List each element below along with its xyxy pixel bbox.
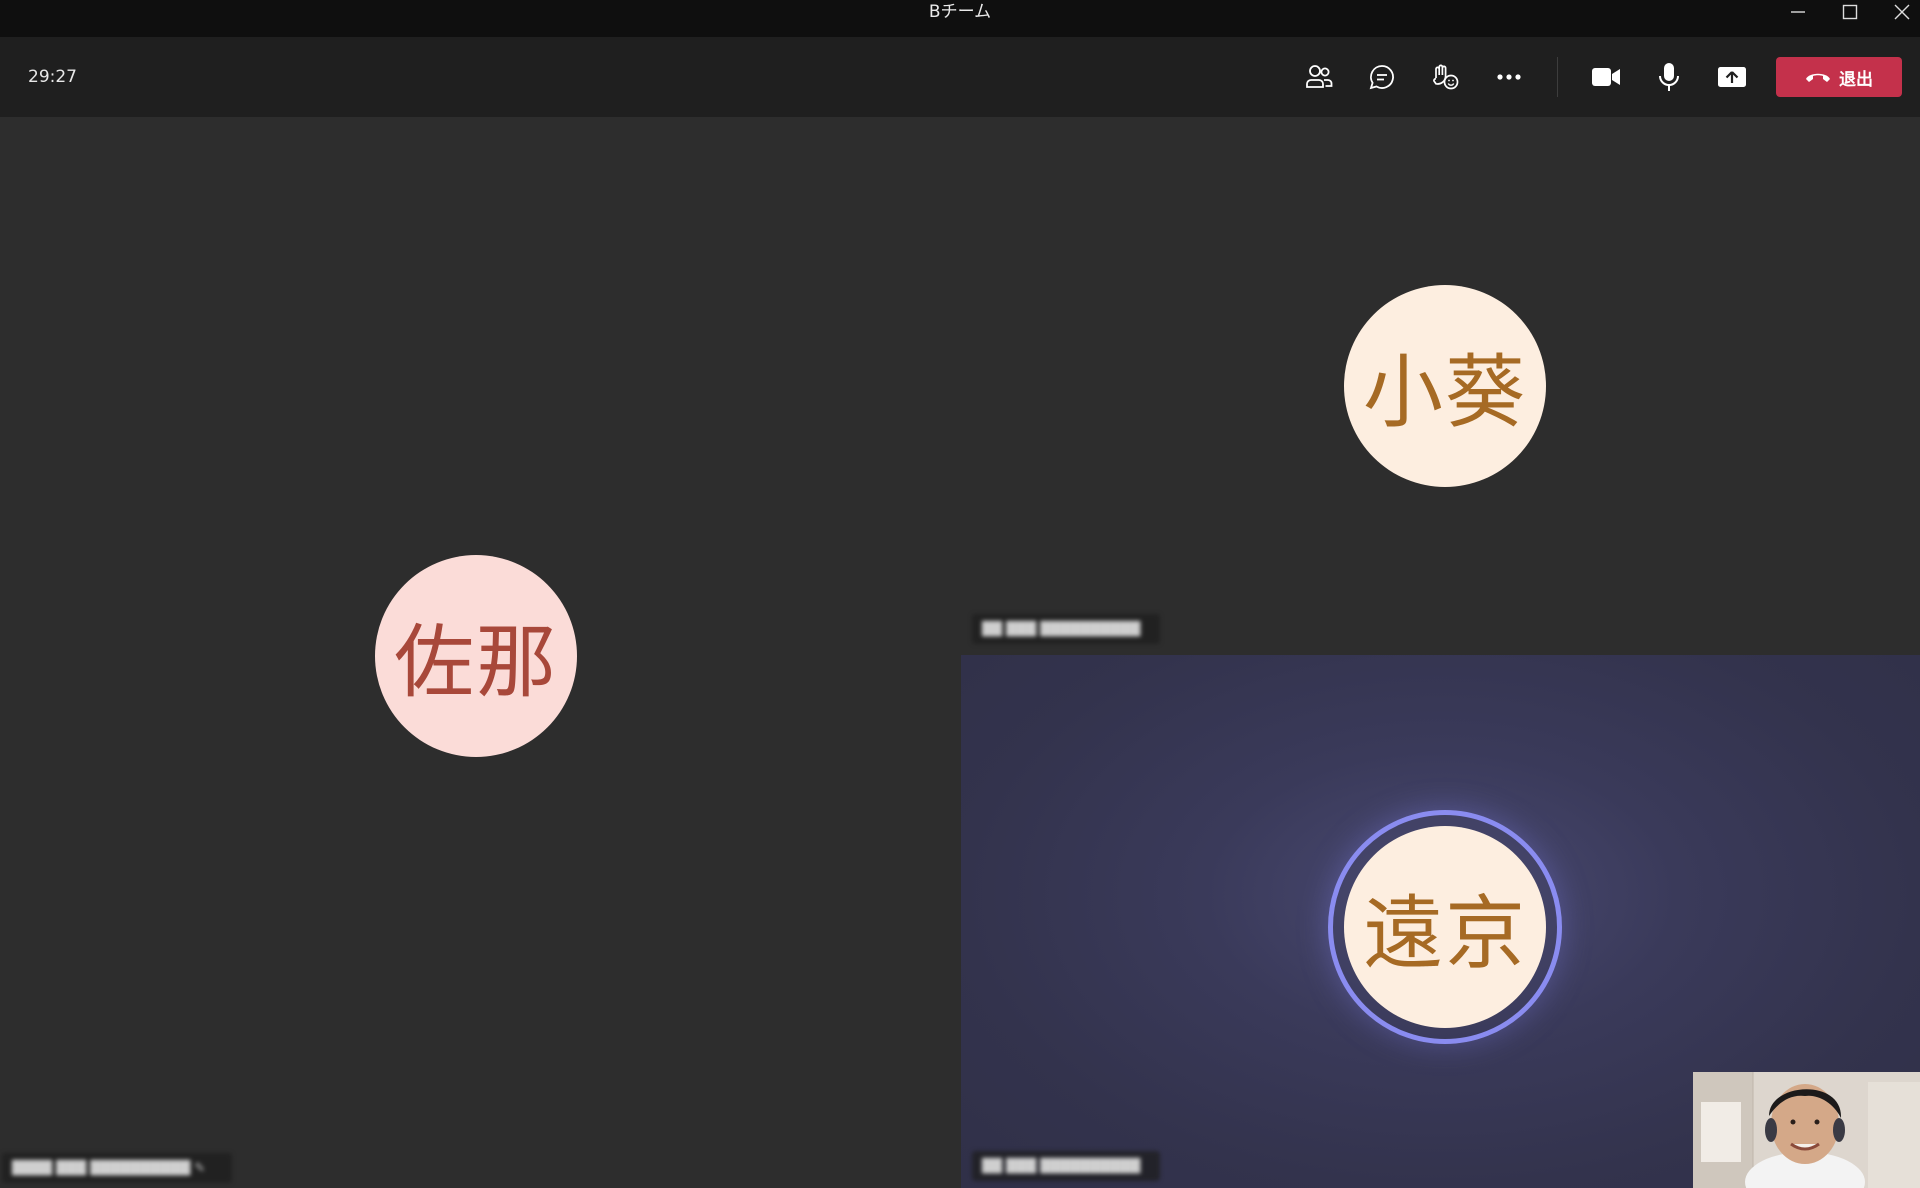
toolbar-divider xyxy=(1557,57,1558,97)
maximize-icon xyxy=(1842,4,1858,20)
close-icon xyxy=(1894,4,1910,20)
people-icon xyxy=(1306,65,1333,88)
chat-icon xyxy=(1369,65,1394,90)
hang-up-icon xyxy=(1806,73,1830,82)
minimize-button[interactable] xyxy=(1772,0,1824,24)
self-video-preview[interactable] xyxy=(1693,1072,1920,1188)
blurred-name: ██ ███ ██████████ xyxy=(982,621,1141,637)
meeting-toolbar: 29:27 退出 xyxy=(0,37,1920,117)
blurred-name: ██ ███ ██████████ xyxy=(982,1158,1141,1174)
meeting-timer: 29:27 xyxy=(28,67,77,87)
participants-button[interactable] xyxy=(1295,54,1343,100)
window-title: Bチーム xyxy=(928,2,992,22)
participant-tile[interactable]: 佐那 ████ ███ ██████████ ✎ xyxy=(0,117,960,1188)
participant-tile[interactable]: 小葵 ██ ███ ██████████ xyxy=(961,117,1920,655)
blurred-name: ████ ███ ██████████ ✎ xyxy=(12,1160,206,1176)
window-title-bar: Bチーム xyxy=(0,0,1920,37)
participant-avatar: 遠京 xyxy=(1344,826,1546,1028)
mic-button[interactable] xyxy=(1645,54,1693,100)
close-window-button[interactable] xyxy=(1876,0,1920,24)
more-icon xyxy=(1497,74,1521,80)
raise-hand-reactions-icon xyxy=(1433,64,1459,90)
participant-name-tag: ██ ███ ██████████ xyxy=(972,1151,1160,1181)
share-button[interactable] xyxy=(1708,54,1756,100)
reactions-button[interactable] xyxy=(1421,54,1469,100)
participant-avatar: 小葵 xyxy=(1344,285,1546,487)
minimize-icon xyxy=(1791,11,1805,13)
maximize-button[interactable] xyxy=(1824,0,1876,24)
leave-button[interactable]: 退出 xyxy=(1776,57,1902,97)
video-camera-icon xyxy=(1592,68,1620,86)
microphone-icon xyxy=(1659,63,1679,91)
participant-avatar: 佐那 xyxy=(375,555,577,757)
chat-button[interactable] xyxy=(1358,54,1406,100)
self-camera-image xyxy=(1693,1072,1920,1188)
leave-label: 退出 xyxy=(1839,69,1873,90)
share-screen-icon xyxy=(1718,67,1746,87)
more-actions-button[interactable] xyxy=(1485,54,1533,100)
camera-button[interactable] xyxy=(1582,54,1630,100)
participant-name-tag: ██ ███ ██████████ xyxy=(972,614,1160,644)
participant-name-tag: ████ ███ ██████████ ✎ xyxy=(2,1153,232,1183)
